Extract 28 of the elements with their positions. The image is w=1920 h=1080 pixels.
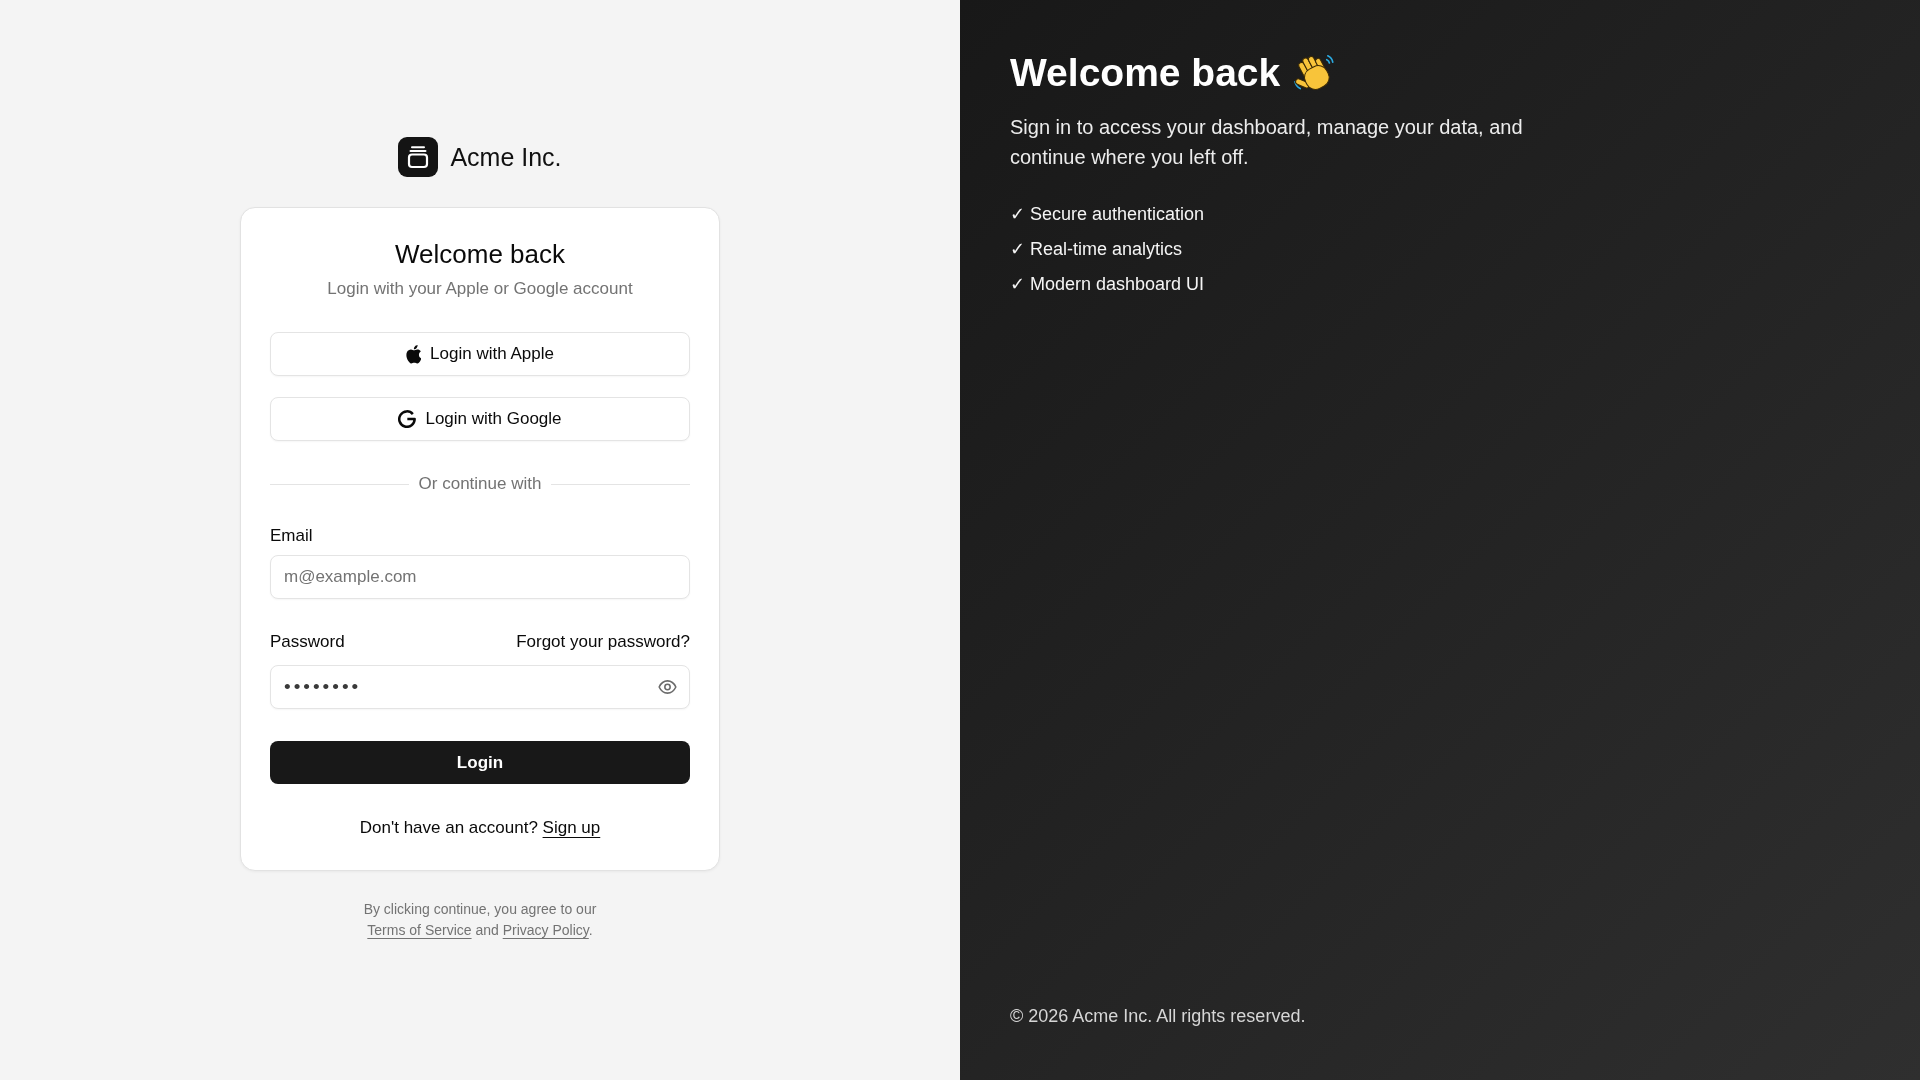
feature-item: ✓ Real-time analytics	[1010, 238, 1183, 261]
waving-hand-icon	[1294, 53, 1335, 93]
feature-item: ✓ Secure authentication	[1010, 203, 1205, 226]
forgot-password-link[interactable]: Forgot your password?	[516, 632, 690, 652]
feature-item: ✓ Modern dashboard UI	[1010, 273, 1205, 296]
terms-text: By clicking continue, you agree to our Terms of Service and Privacy Policy.	[362, 900, 598, 940]
privacy-policy-link[interactable]: Privacy Policy	[502, 922, 589, 938]
card-subtitle: Login with your Apple or Google account	[327, 278, 633, 300]
signup-prompt: Don't have an account? Sign up	[359, 817, 601, 839]
box-logo-icon	[398, 137, 439, 177]
password-field[interactable]: ••••••••	[270, 665, 690, 709]
divider-label: Or continue with	[418, 474, 542, 494]
hero-description: Sign in to access your dashboard, manage your data, and continue where you left off.	[1010, 115, 1524, 170]
hero-title: Welcome back	[1010, 50, 1281, 96]
brand-name: Acme Inc.	[450, 142, 562, 172]
copyright-text: © 2026 Acme Inc. All rights reserved.	[1010, 1005, 1306, 1028]
email-field[interactable]: m@example.com	[270, 555, 690, 599]
google-login-button[interactable]: Login with Google	[270, 397, 690, 441]
apple-icon	[406, 344, 422, 364]
login-button[interactable]: Login	[270, 741, 690, 784]
card-title: Welcome back	[395, 239, 565, 269]
email-label: Email	[270, 526, 313, 546]
terms-of-service-link[interactable]: Terms of Service	[367, 922, 472, 938]
sign-up-link[interactable]: Sign up	[542, 818, 601, 837]
apple-login-button[interactable]: Login with Apple	[270, 332, 690, 376]
eye-icon[interactable]	[658, 680, 677, 694]
password-label: Password	[270, 632, 345, 652]
google-g-icon	[398, 410, 417, 428]
